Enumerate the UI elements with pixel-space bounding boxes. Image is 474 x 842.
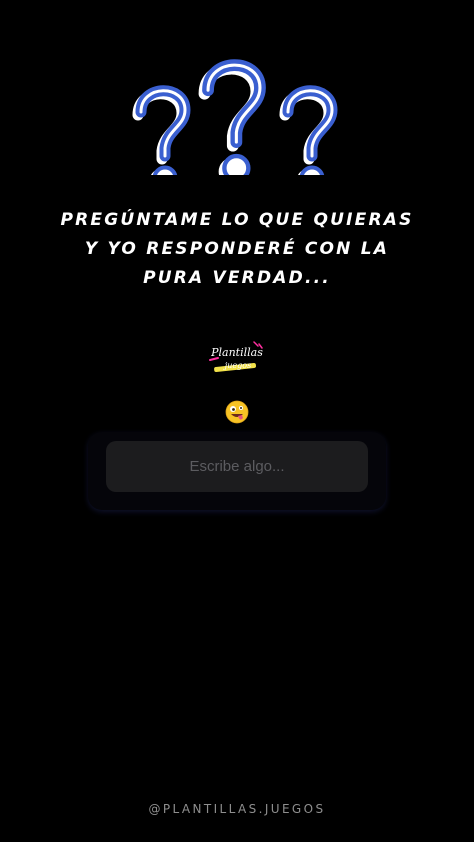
headline-line-1: PREGÚNTAME LO QUE QUIERAS xyxy=(60,210,414,230)
footer-handle: @PLANTILLAS.JUEGOS xyxy=(148,802,326,816)
headline-line-3: PURA VERDAD... xyxy=(143,268,331,288)
logo-text-top: Plantillas xyxy=(210,346,263,359)
question-input[interactable] xyxy=(106,441,368,492)
zany-face-emoji xyxy=(225,400,249,424)
plantillas-juegos-logo: Plantillas juegos xyxy=(209,341,263,372)
question-marks-icon xyxy=(118,40,358,175)
headline-line-2: Y YO RESPONDERÉ CON LA xyxy=(84,239,390,259)
logo-text-bottom: juegos xyxy=(223,361,251,370)
question-prompt-headline: PREGÚNTAME LO QUE QUIERAS Y YO RESPONDER… xyxy=(0,206,474,293)
